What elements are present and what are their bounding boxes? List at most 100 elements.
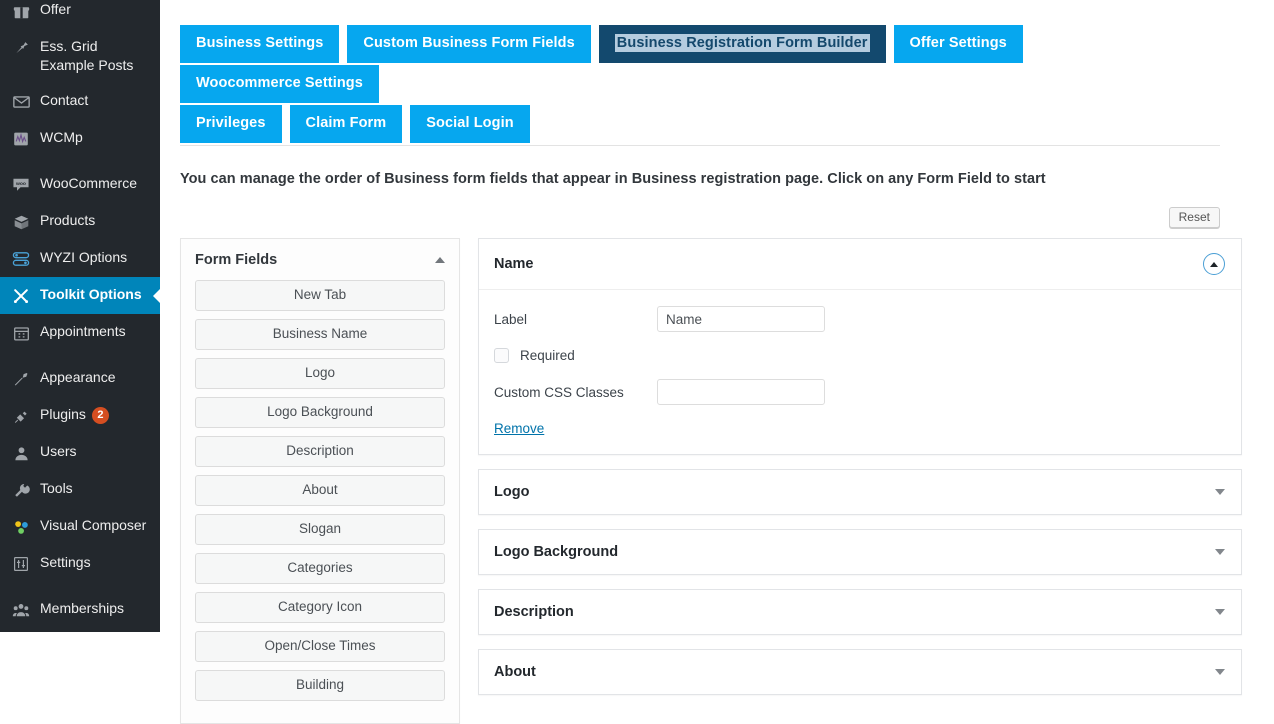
custom-css-caption: Custom CSS Classes (494, 384, 624, 400)
sidebar-item-label: Memberships (40, 600, 125, 616)
sidebar-item-label: Visual Composer (40, 517, 147, 533)
tab-label-selected: Business Registration Form Builder (614, 34, 870, 52)
triangle-down-icon[interactable] (1215, 489, 1225, 495)
label-row: Label (494, 306, 1225, 332)
box-icon (11, 212, 31, 232)
reset-button[interactable]: Reset (1168, 207, 1220, 228)
brush-icon (11, 369, 31, 389)
user-icon (11, 443, 31, 463)
calendar-icon (11, 323, 31, 343)
sidebar-item-users[interactable]: Users (0, 434, 160, 471)
sidebar-item-wcmp[interactable]: WCMp (0, 120, 160, 157)
sidebar-item-label: Toolkit Options (40, 286, 142, 302)
plug-icon (11, 406, 31, 426)
visual-composer-icon (11, 517, 31, 537)
sidebar-item-contact[interactable]: Contact (0, 83, 160, 120)
tab-claim-form[interactable]: Claim Form (289, 105, 403, 143)
accordion-about-header[interactable]: About (479, 650, 1241, 694)
sidebar-item-woocommerce[interactable]: woo WooCommerce (0, 166, 160, 203)
field-item-categories[interactable]: Categories (195, 553, 445, 584)
pin-icon (11, 38, 31, 58)
label-caption: Label (494, 311, 528, 327)
form-builder-accordions: Name Label Required Custom C (478, 238, 1242, 724)
woocommerce-icon: woo (11, 175, 31, 195)
sidebar-item-visual-composer[interactable]: Visual Composer (0, 508, 160, 545)
field-item-category-icon[interactable]: Category Icon (195, 592, 445, 623)
sidebar-item-label: Tools (40, 480, 73, 496)
required-checkbox[interactable] (494, 348, 509, 363)
sidebar-item-label: Appointments (40, 323, 126, 339)
sidebar-item-toolkit-options[interactable]: Toolkit Options (0, 277, 160, 314)
admin-sidebar: Offer Ess. Grid Example Posts Contact WC… (0, 0, 160, 632)
accordion-description-header[interactable]: Description (479, 590, 1241, 634)
circle-triangle-up-icon[interactable] (1203, 253, 1225, 275)
reset-row: Reset (180, 207, 1242, 228)
sidebar-item-label: Products (40, 212, 96, 228)
accordion-logo-background-header[interactable]: Logo Background (479, 530, 1241, 574)
wrench-icon (11, 480, 31, 500)
field-item-slogan[interactable]: Slogan (195, 514, 445, 545)
form-fields-panel: Form Fields New Tab Business Name Logo L… (180, 238, 460, 724)
form-fields-list: New Tab Business Name Logo Logo Backgrou… (181, 280, 459, 723)
triangle-up-icon[interactable] (435, 257, 445, 263)
builder-columns: Form Fields New Tab Business Name Logo L… (180, 238, 1254, 724)
sidebar-item-wyzi-options[interactable]: WYZI Options (0, 240, 160, 277)
form-fields-panel-header[interactable]: Form Fields (181, 239, 459, 280)
accordion-name-header[interactable]: Name (479, 239, 1241, 290)
tab-business-settings[interactable]: Business Settings (180, 25, 340, 63)
label-input[interactable] (657, 306, 825, 332)
tab-social-login[interactable]: Social Login (410, 105, 530, 143)
sidebar-item-plugins[interactable]: Plugins 2 (0, 397, 160, 434)
tab-business-registration-form-builder[interactable]: Business Registration Form Builder (598, 25, 886, 63)
remove-field-link[interactable]: Remove (494, 421, 544, 436)
gift-icon (11, 1, 31, 21)
sidebar-item-appointments[interactable]: Appointments (0, 314, 160, 351)
tab-offer-settings[interactable]: Offer Settings (893, 25, 1023, 63)
accordion-logo-header[interactable]: Logo (479, 470, 1241, 514)
sidebar-item-tools[interactable]: Tools (0, 471, 160, 508)
sidebar-item-ess-grid-example-posts[interactable]: Ess. Grid Example Posts (0, 29, 160, 83)
field-item-about[interactable]: About (195, 475, 445, 506)
plugins-update-badge: 2 (91, 407, 109, 424)
tab-woocommerce-settings[interactable]: Woocommerce Settings (180, 65, 379, 103)
tab-custom-business-form-fields[interactable]: Custom Business Form Fields (347, 25, 591, 63)
settings-tabs: Business Settings Custom Business Form F… (180, 0, 1220, 146)
sidebar-item-settings[interactable]: Settings (0, 545, 160, 582)
accordion-title: About (494, 664, 536, 680)
field-item-new-tab[interactable]: New Tab (195, 280, 445, 311)
custom-css-input[interactable] (657, 379, 825, 405)
sidebar-item-label: Offer (40, 1, 71, 17)
field-item-logo[interactable]: Logo (195, 358, 445, 389)
accordion-name: Name Label Required Custom C (478, 238, 1242, 455)
custom-css-row: Custom CSS Classes (494, 379, 1225, 405)
page-instructions: You can manage the order of Business for… (180, 171, 1046, 187)
settings-sliders-icon (11, 554, 31, 574)
accordion-name-body: Label Required Custom CSS Classes Remove (479, 290, 1241, 454)
triangle-down-icon[interactable] (1215, 669, 1225, 675)
field-item-description[interactable]: Description (195, 436, 445, 467)
accordion-title: Logo Background (494, 544, 619, 560)
tab-privileges[interactable]: Privileges (180, 105, 282, 143)
sidebar-item-products[interactable]: Products (0, 203, 160, 240)
required-label: Required (520, 348, 575, 363)
triangle-down-icon[interactable] (1215, 609, 1225, 615)
field-item-logo-background[interactable]: Logo Background (195, 397, 445, 428)
sliders-icon (11, 249, 31, 269)
accordion-about: About (478, 649, 1242, 695)
triangle-down-icon[interactable] (1215, 549, 1225, 555)
sidebar-item-label: WCMp (40, 129, 83, 145)
tools-icon (11, 286, 31, 306)
wcmp-icon (11, 129, 31, 149)
field-item-building[interactable]: Building (195, 670, 445, 701)
field-item-business-name[interactable]: Business Name (195, 319, 445, 350)
accordion-title: Description (494, 604, 574, 620)
accordion-logo-background: Logo Background (478, 529, 1242, 575)
sidebar-item-memberships[interactable]: Memberships (0, 591, 160, 628)
sidebar-item-slider-revolution[interactable]: Slider Revolution (0, 628, 160, 632)
tabs-row-2: Privileges Claim Form Social Login (180, 105, 1220, 145)
sidebar-item-label: WYZI Options (40, 249, 128, 265)
sidebar-item-appearance[interactable]: Appearance (0, 360, 160, 397)
required-row: Required (494, 348, 1225, 363)
field-item-open-close-times[interactable]: Open/Close Times (195, 631, 445, 662)
sidebar-item-offer[interactable]: Offer (0, 0, 160, 29)
